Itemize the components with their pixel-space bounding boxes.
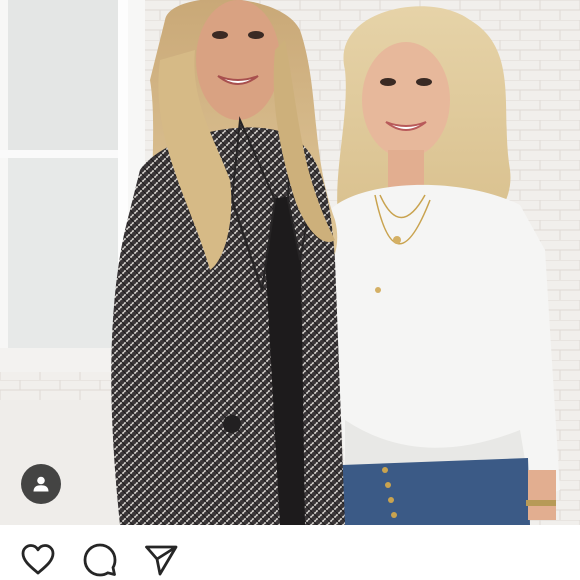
- post-photo-illustration: [0, 0, 580, 525]
- send-icon: [145, 545, 178, 576]
- comment-button[interactable]: [82, 542, 118, 578]
- post-image[interactable]: [0, 0, 580, 525]
- instagram-post: [0, 0, 580, 580]
- heart-icon: [21, 544, 55, 575]
- tagged-users-button[interactable]: [21, 464, 61, 504]
- post-action-bar: [0, 525, 580, 580]
- user-icon: [33, 476, 49, 492]
- like-button[interactable]: [20, 542, 56, 578]
- share-button[interactable]: [143, 542, 179, 578]
- comment-icon: [83, 543, 117, 577]
